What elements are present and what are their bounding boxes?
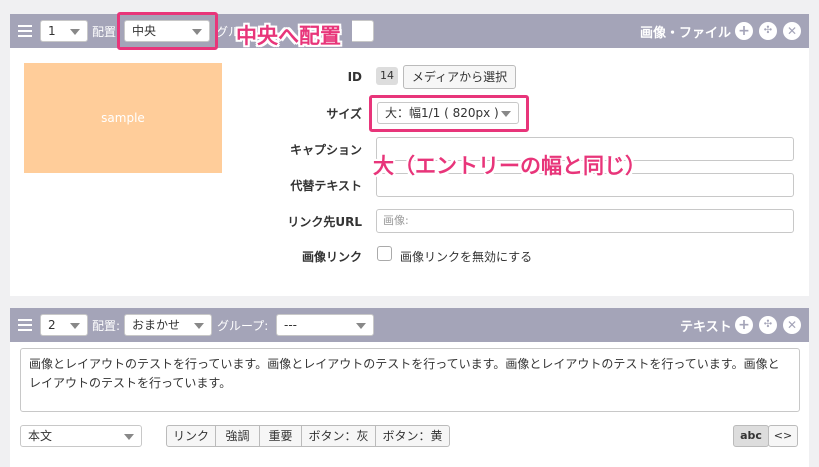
caption-label: キャプション	[289, 143, 362, 157]
placement-label: 配置:	[92, 319, 121, 333]
chevron-down-icon	[124, 434, 134, 440]
chevron-down-icon	[70, 323, 80, 329]
text-unit: 2 配置: おまかせ グループ: --- テキスト + ✣ ✕ 画像とレイアウト…	[10, 308, 809, 467]
chevron-down-icon	[70, 29, 80, 35]
image-preview[interactable]: sample	[24, 63, 222, 173]
plus-circle-icon[interactable]: +	[735, 22, 753, 40]
abc-mode-button[interactable]: abc	[733, 425, 769, 447]
placement-label: 配置	[92, 25, 117, 39]
close-circle-icon[interactable]: ✕	[783, 22, 801, 40]
select-media-button[interactable]: メディアから選択	[403, 65, 516, 89]
link-url-input[interactable]: 画像:	[376, 209, 794, 233]
image-link-checkbox[interactable]	[377, 246, 392, 261]
text-body-content: 画像とレイアウトのテストを行っています。画像とレイアウトのテストを行っています。…	[29, 357, 780, 390]
snippet-button-group: リンク 強調 重要 ボタン：灰 ボタン：黄	[166, 425, 450, 447]
move-circle-icon[interactable]: ✣	[759, 22, 777, 40]
unit-number-value: 2	[48, 318, 56, 332]
important-snippet-button[interactable]: 重要	[260, 425, 302, 447]
placement-select[interactable]: おまかせ	[124, 314, 212, 336]
placement-value: おまかせ	[132, 318, 181, 332]
group-select[interactable]: ---	[276, 314, 374, 336]
unit-number-value: 1	[48, 24, 56, 38]
unit-title: テキスト	[680, 320, 732, 335]
center-annotation: 中央へ配置	[236, 24, 341, 48]
text-body-textarea[interactable]: 画像とレイアウトのテストを行っています。画像とレイアウトのテストを行っています。…	[20, 348, 800, 412]
gray-button-snippet-button[interactable]: ボタン：灰	[302, 425, 376, 447]
group-value: ---	[284, 318, 297, 332]
image-link-checkbox-label: 画像リンクを無効にする	[400, 250, 533, 264]
unit-number-select[interactable]: 2	[40, 314, 88, 336]
size-highlight	[369, 95, 529, 132]
link-url-label: リンク先URL	[287, 215, 362, 229]
placement-highlight	[117, 12, 218, 50]
group-select[interactable]	[352, 20, 374, 42]
size-annotation: 大（エントリーの幅と同じ）	[373, 154, 646, 178]
drag-handle-icon[interactable]	[18, 319, 32, 331]
alt-text-label: 代替テキスト	[290, 179, 362, 193]
tag-value: 本文	[28, 429, 53, 443]
link-snippet-button[interactable]: リンク	[166, 425, 216, 447]
chevron-down-icon	[194, 323, 204, 329]
unit-number-select[interactable]: 1	[40, 20, 88, 42]
code-mode-button[interactable]: <>	[768, 425, 798, 447]
chevron-down-icon	[356, 323, 366, 329]
yellow-button-snippet-button[interactable]: ボタン：黄	[376, 425, 450, 447]
tag-select[interactable]: 本文	[20, 425, 142, 447]
image-placeholder-text: sample	[101, 111, 145, 125]
drag-handle-icon[interactable]	[18, 25, 32, 37]
emphasis-snippet-button[interactable]: 強調	[216, 425, 260, 447]
id-badge: 14	[376, 67, 398, 85]
size-label: サイズ	[326, 107, 362, 121]
image-link-label: 画像リンク	[301, 250, 362, 264]
move-circle-icon[interactable]: ✣	[759, 316, 777, 334]
unit-header: 2 配置: おまかせ グループ: --- テキスト + ✣ ✕	[10, 308, 809, 342]
unit-title: 画像・ファイル	[640, 26, 732, 41]
plus-circle-icon[interactable]: +	[735, 316, 753, 334]
group-label: グループ:	[217, 319, 269, 333]
close-circle-icon[interactable]: ✕	[783, 316, 801, 334]
id-label: ID	[347, 70, 362, 84]
